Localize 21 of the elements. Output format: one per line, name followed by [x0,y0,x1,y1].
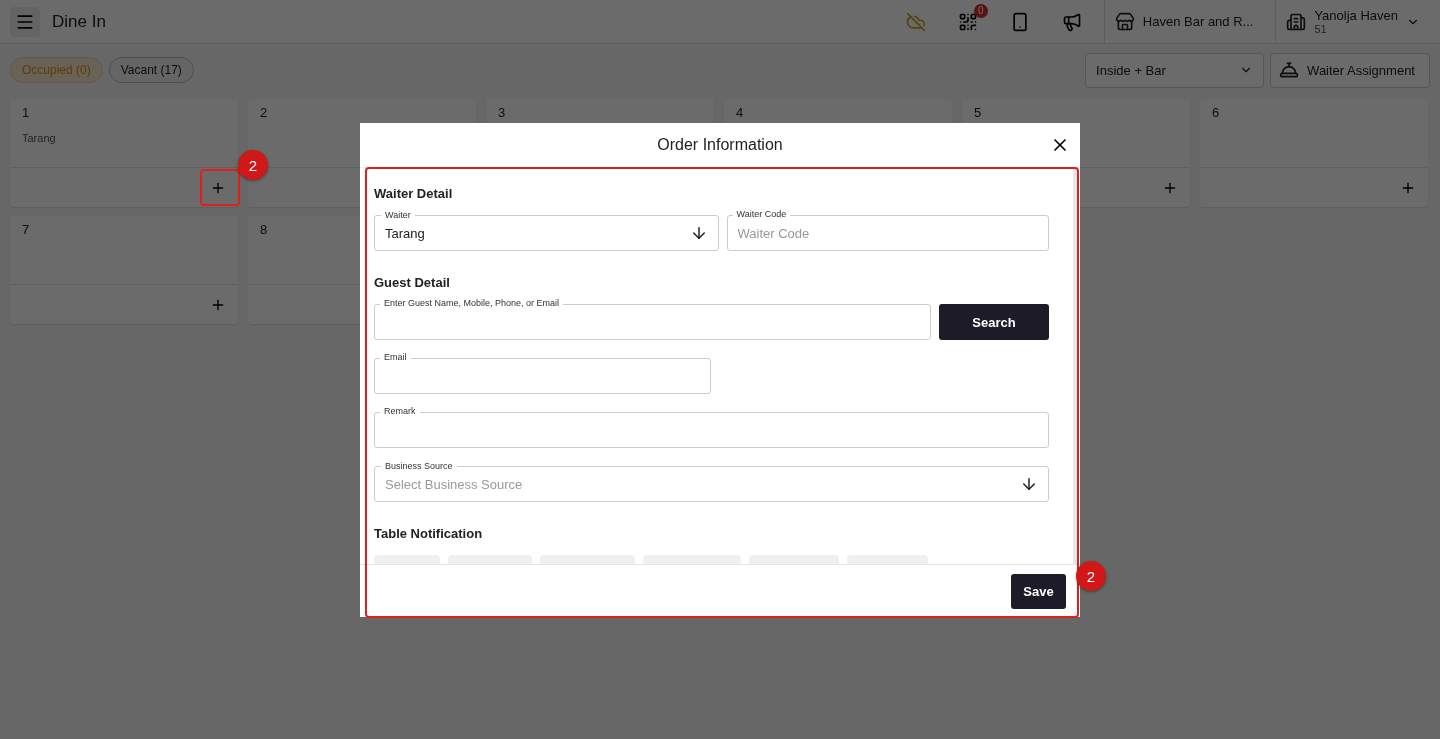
table-number: 5 [974,106,982,120]
section-title: Guest Detail [374,275,451,290]
table-number: 4 [736,106,744,120]
field-label: Email [380,352,411,363]
table-number: 7 [22,223,30,237]
step-badge: 2 [1076,561,1106,591]
notification-count: 0 [973,3,988,18]
field-label: Enter Guest Name, Mobile, Phone, or Email [380,298,564,309]
section-title: Waiter Detail [374,186,454,201]
table-number: 3 [498,106,506,120]
dialog-title: Order Information [657,136,783,154]
step-badge: 2 [238,150,268,180]
table-number: 2 [260,106,268,120]
field-label: Waiter Code [732,209,791,220]
table-number: 8 [260,223,268,237]
waiter-name: Tarang [22,132,56,144]
table-number: 6 [1212,106,1220,120]
section-title: Table Notification [374,526,484,541]
field-label: Remark [380,406,420,417]
page-title: Dine In [52,11,107,32]
table-number: 1 [22,106,30,120]
